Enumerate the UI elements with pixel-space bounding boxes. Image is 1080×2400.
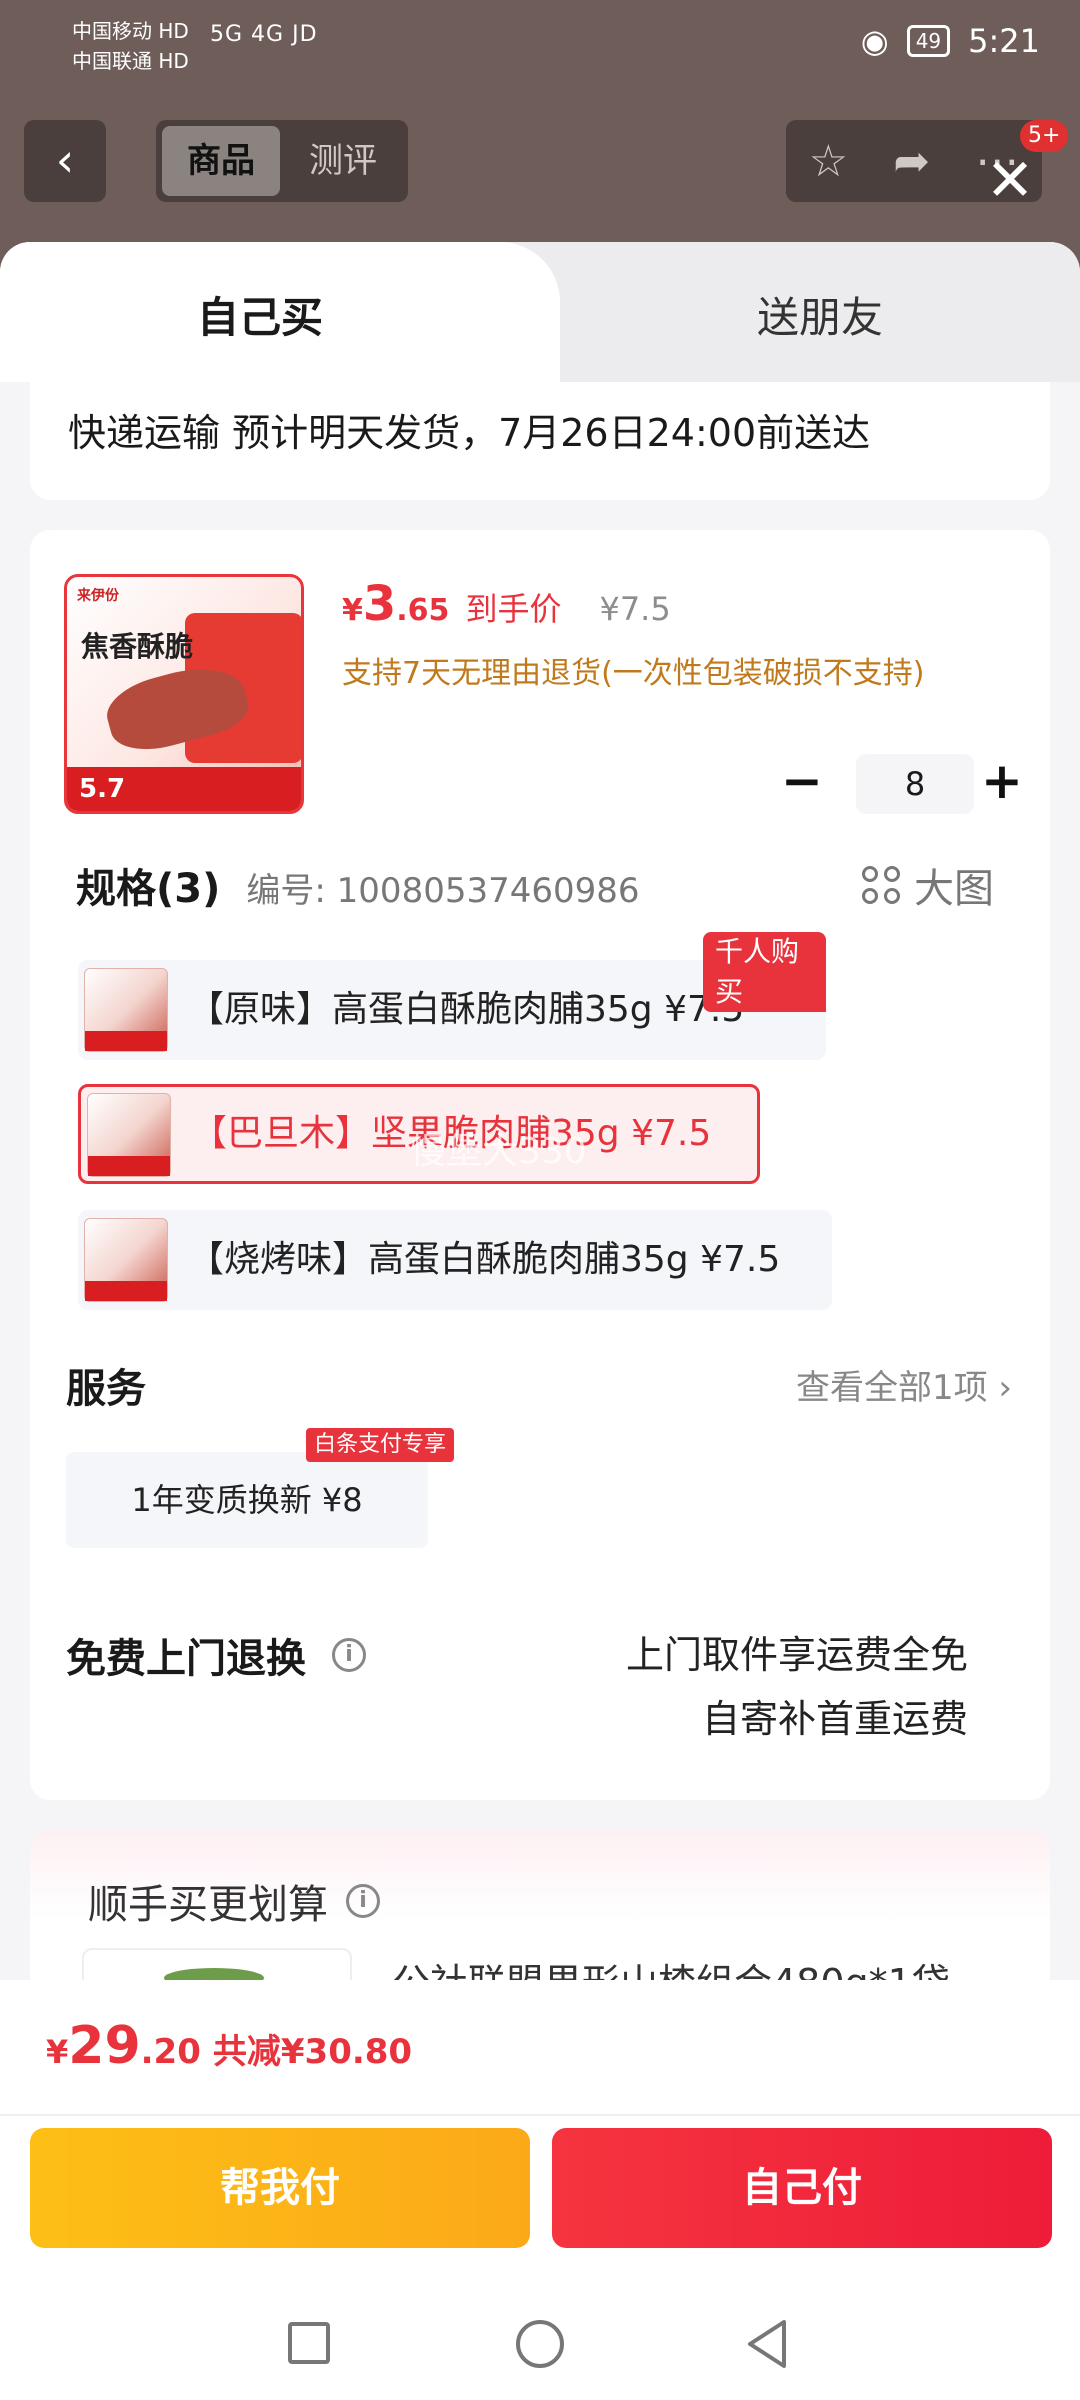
quantity-stepper: − 8 + bbox=[770, 752, 1030, 816]
image-product-name: 焦香酥脆 bbox=[81, 630, 194, 663]
self-pay-button[interactable]: 自己付 bbox=[552, 2128, 1052, 2248]
recents-icon[interactable] bbox=[288, 2322, 330, 2364]
checkout-bar: ¥ 29 .20 共减¥30.80 帮我付 自己付 bbox=[0, 1980, 1080, 2400]
original-price: ¥7.5 bbox=[599, 590, 671, 628]
total-symbol: ¥ bbox=[46, 2033, 69, 2071]
option-thumbnail bbox=[84, 1218, 168, 1302]
battery-icon: 49 bbox=[906, 25, 951, 57]
share-icon[interactable]: ➦ bbox=[893, 136, 930, 187]
service-option[interactable]: 1年变质换新 ¥8 白条支付专享 bbox=[66, 1428, 455, 1548]
addon-title: 顺手买更划算 bbox=[88, 1882, 328, 1928]
spec-option-original[interactable]: 【原味】高蛋白酥脆肉脯35g ¥7.5 千人购买 bbox=[78, 932, 826, 1060]
big-image-button[interactable]: 大图 bbox=[862, 856, 994, 914]
eye-icon: ◉ bbox=[860, 22, 889, 60]
free-return-line1: 上门取件享运费全免 bbox=[625, 1633, 968, 1677]
product-top-bar: ‹ 商品 测评 ☆ ➦ ⋯ bbox=[0, 120, 1080, 210]
service-item-label: 1年变质换新 ¥8 bbox=[131, 1481, 363, 1519]
chevron-left-icon: ‹ bbox=[55, 133, 75, 187]
price-integer: 3 bbox=[362, 576, 397, 632]
popular-tag: 千人购买 bbox=[703, 932, 826, 1012]
status-bar: 中国移动 HD 中国联通 HD 5G 4G JD ◉ 49 5:21 bbox=[0, 0, 1080, 100]
watermark: 慢堡大330 bbox=[410, 1131, 587, 1172]
free-return-line2: 自寄补首重运费 bbox=[701, 1697, 968, 1741]
carrier-1: 中国移动 HD bbox=[72, 19, 189, 43]
shipping-card: 快递运输 预计明天发货，7月26日24:00前送达 bbox=[30, 382, 1050, 500]
image-brand: 来伊份 bbox=[77, 588, 119, 604]
back-button[interactable]: ‹ bbox=[24, 120, 106, 202]
star-icon[interactable]: ☆ bbox=[809, 136, 848, 187]
option-label: 【原味】高蛋白酥脆肉脯35g ¥7.5 bbox=[188, 989, 745, 1030]
system-nav-bar bbox=[0, 2270, 1080, 2400]
spec-header: 规格(3) 编号: 10080537460986 bbox=[76, 856, 640, 914]
tab-goods[interactable]: 商品 bbox=[162, 126, 280, 196]
quantity-input[interactable]: 8 bbox=[856, 754, 974, 814]
service-title: 服务 bbox=[66, 1366, 146, 1412]
carrier-info: 中国移动 HD 中国联通 HD bbox=[72, 16, 189, 76]
grid-icon bbox=[862, 866, 900, 904]
info-icon[interactable]: i bbox=[346, 1884, 380, 1918]
total-decimal: .20 bbox=[140, 2032, 201, 2072]
tab-gift[interactable]: 送朋友 bbox=[560, 284, 1080, 345]
price-decimal: .65 bbox=[396, 593, 450, 628]
price-row: ¥ 3 .65 到手价 ¥7.5 bbox=[342, 576, 671, 632]
product-image[interactable]: 来伊份 焦香酥脆 5.7 bbox=[64, 574, 304, 814]
final-price-label: 到手价 bbox=[465, 590, 562, 628]
refund-policy: 支持7天无理由退货(一次性包装破损不支持) bbox=[342, 656, 925, 691]
shipping-info: 快递运输 预计明天发货，7月26日24:00前送达 bbox=[68, 411, 871, 455]
tab-self-buy-label: 自己买 bbox=[196, 293, 323, 342]
carrier-2: 中国联通 HD bbox=[72, 49, 189, 73]
option-thumbnail bbox=[87, 1093, 171, 1177]
option-label: 【烧烤味】高蛋白酥脆肉脯35g ¥7.5 bbox=[188, 1239, 781, 1280]
divider bbox=[0, 2114, 1080, 2116]
help-pay-button[interactable]: 帮我付 bbox=[30, 2128, 530, 2248]
decrease-button[interactable]: − bbox=[770, 752, 834, 816]
signal-indicators: 5G 4G JD bbox=[210, 22, 318, 47]
sku-number: 编号: 10080537460986 bbox=[246, 871, 640, 911]
home-icon[interactable] bbox=[516, 2320, 564, 2368]
spec-title: 规格(3) bbox=[76, 866, 221, 912]
clock: 5:21 bbox=[968, 22, 1040, 60]
sheet-tabs: 自己买 送朋友 bbox=[0, 242, 1080, 382]
free-return-title: 免费上门退换 bbox=[66, 1636, 306, 1682]
total-price: ¥ 29 .20 共减¥30.80 bbox=[46, 2016, 412, 2076]
big-image-label: 大图 bbox=[914, 866, 994, 912]
close-icon[interactable]: ✕ bbox=[980, 150, 1040, 210]
free-return-title-row: 免费上门退换 i bbox=[66, 1626, 366, 1684]
tab-review[interactable]: 测评 bbox=[288, 126, 398, 196]
option-thumbnail bbox=[84, 968, 168, 1052]
segment-control: 商品 测评 bbox=[156, 120, 408, 202]
total-integer: 29 bbox=[68, 2016, 141, 2076]
addon-title-row: 顺手买更划算 i bbox=[88, 1872, 380, 1930]
increase-button[interactable]: + bbox=[970, 752, 1034, 816]
spec-option-bbq[interactable]: 【烧烤味】高蛋白酥脆肉脯35g ¥7.5 bbox=[78, 1210, 832, 1310]
service-tag: 白条支付专享 bbox=[306, 1428, 455, 1462]
price-symbol: ¥ bbox=[342, 593, 363, 628]
image-price: 5.7 bbox=[67, 767, 301, 811]
service-view-all[interactable]: 查看全部1项 › bbox=[796, 1360, 1012, 1409]
info-icon[interactable]: i bbox=[332, 1638, 366, 1672]
back-nav-icon[interactable] bbox=[742, 2318, 790, 2370]
total-reduction: 共减¥30.80 bbox=[212, 2032, 413, 2072]
